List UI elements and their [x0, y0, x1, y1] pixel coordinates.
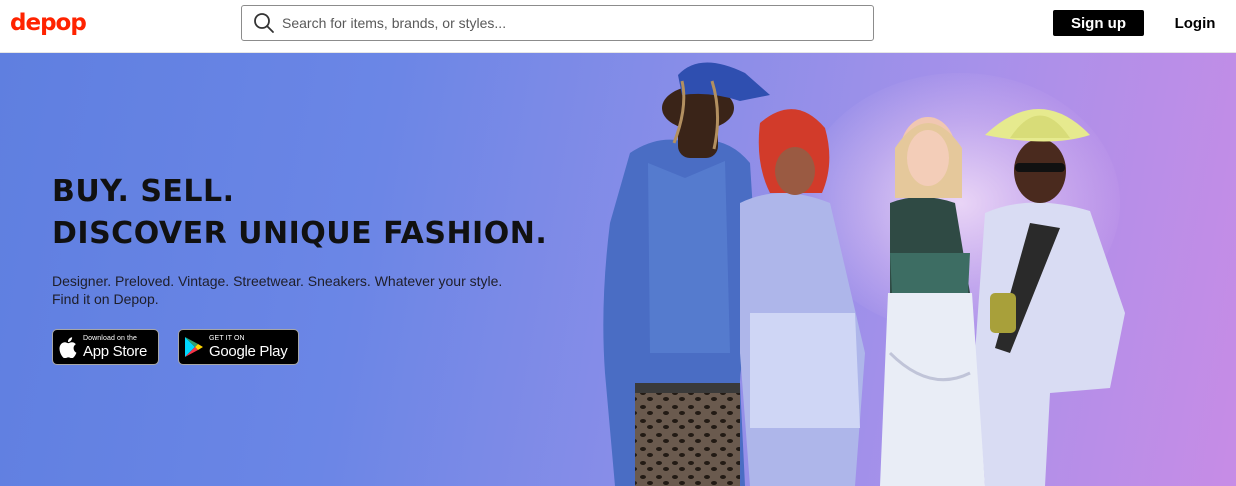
apple-icon: [53, 330, 83, 364]
hero-models-photo: [603, 62, 1125, 486]
search-bar[interactable]: [241, 5, 874, 41]
site-header: depop Sign up Login: [0, 0, 1236, 53]
search-input[interactable]: [282, 7, 873, 39]
google-play-button[interactable]: GET IT ON Google Play: [178, 329, 299, 365]
headline-line-2: DISCOVER UNIQUE FASHION.: [52, 216, 548, 251]
app-store-button[interactable]: Download on the App Store: [52, 329, 159, 365]
hero-banner: BUY. SELL. DISCOVER UNIQUE FASHION. Desi…: [0, 53, 1236, 486]
hero-headline: BUY. SELL. DISCOVER UNIQUE FASHION.: [52, 171, 632, 255]
headline-line-1: BUY. SELL.: [52, 174, 235, 209]
model-2: [740, 109, 865, 486]
model-3: [880, 117, 985, 486]
depop-logo[interactable]: depop: [10, 9, 87, 37]
sign-up-button[interactable]: Sign up: [1053, 10, 1144, 36]
google-play-big-label: Google Play: [209, 343, 288, 360]
google-play-icon: [179, 330, 209, 364]
model-4: [975, 109, 1125, 486]
hero-subtext: Designer. Preloved. Vintage. Streetwear.…: [52, 273, 503, 307]
app-store-small-label: Download on the: [83, 335, 138, 342]
search-icon: [246, 6, 282, 40]
app-store-big-label: App Store: [83, 343, 148, 360]
login-button[interactable]: Login: [1164, 10, 1226, 36]
google-play-small-label: GET IT ON: [209, 335, 245, 342]
